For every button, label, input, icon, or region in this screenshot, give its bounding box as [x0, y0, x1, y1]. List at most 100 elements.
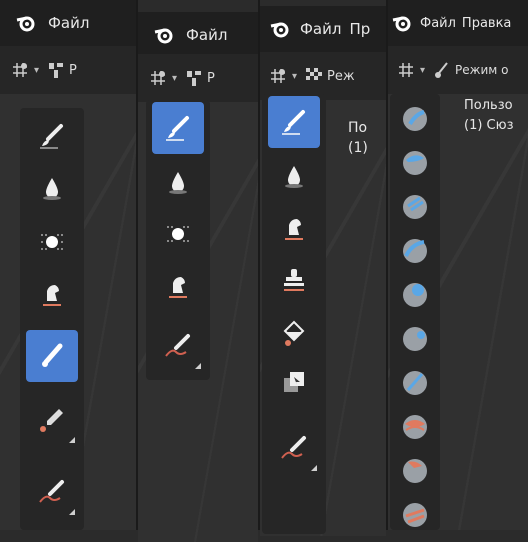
sculpt-sphere-icon: [403, 327, 427, 351]
panel-4: Файл Правка ▾ Режим о Пользо (1) Сюз: [388, 0, 528, 530]
panel-1: Файл ▾ Р: [0, 0, 136, 530]
transform-pivot-icon: [271, 69, 285, 83]
sculpt-sphere-icon: [403, 283, 427, 307]
blur-tool[interactable]: [26, 216, 78, 268]
sculpt-crease-tool[interactable]: [392, 360, 438, 406]
drop-icon: [169, 172, 187, 194]
header-toolbar: ▾ Р: [0, 46, 136, 94]
tool-column: [262, 94, 326, 534]
sculpt-sphere-icon: [403, 195, 427, 219]
blur-tool[interactable]: [152, 208, 204, 260]
sculpt-draw-tool[interactable]: [392, 96, 438, 142]
header-toolbar: ▾ Р: [138, 54, 258, 102]
soften-tool[interactable]: [268, 150, 320, 202]
brush-tool-active[interactable]: [152, 102, 204, 154]
chevron-down-icon: ▾: [172, 72, 178, 84]
smear-hand-icon: [43, 285, 61, 306]
eyedropper-tool[interactable]: [26, 394, 78, 446]
soften-tool[interactable]: [26, 162, 78, 214]
light-dots-icon: [167, 226, 189, 242]
submenu-corner-icon: [311, 465, 317, 471]
mode-selector[interactable]: Р: [185, 64, 215, 92]
transform-pivot-dropdown[interactable]: ▾: [396, 56, 425, 84]
sculpt-clay-tool[interactable]: [392, 140, 438, 186]
transform-pivot-icon: [399, 63, 413, 77]
sculpt-layer-tool[interactable]: [392, 228, 438, 274]
annotate-tool[interactable]: [152, 320, 204, 372]
sculpt-flatten-tool[interactable]: [392, 448, 438, 494]
viewport-info: По (1): [348, 118, 368, 158]
transform-pivot-dropdown[interactable]: ▾: [10, 56, 39, 84]
checker-mode-icon: [306, 68, 323, 80]
transform-pivot-dropdown[interactable]: ▾: [268, 62, 297, 90]
annotate-pencil-icon: [165, 334, 190, 357]
menu-file[interactable]: Файл: [186, 26, 227, 44]
fill-tool[interactable]: [268, 306, 320, 358]
header-toolbar: ▾ Реж: [260, 52, 386, 100]
blender-logo-icon[interactable]: [14, 11, 38, 35]
annotate-tool[interactable]: [268, 422, 320, 474]
tool-column: [20, 108, 84, 530]
clone-stamp-icon: [284, 269, 304, 291]
sculpt-sphere-icon: [403, 107, 427, 131]
brush-tool[interactable]: [26, 110, 78, 162]
transform-pivot-dropdown[interactable]: ▾: [148, 64, 177, 92]
blender-logo-icon[interactable]: [152, 23, 176, 47]
sculpt-inflate-tool[interactable]: [392, 272, 438, 318]
mask-tool[interactable]: [268, 356, 320, 408]
menu-edit[interactable]: Правка: [462, 16, 511, 31]
smear-tool[interactable]: [268, 202, 320, 254]
top-menubar: Файл Правка: [388, 0, 528, 46]
mode-label: Р: [69, 62, 77, 78]
sculpt-sphere-icon: [403, 151, 427, 175]
sculpt-blob-tool[interactable]: [392, 316, 438, 362]
annotate-pencil-icon: [281, 436, 306, 459]
transform-pivot-icon: [13, 63, 27, 77]
blender-logo-icon[interactable]: [390, 11, 414, 35]
eyedropper-icon: [40, 409, 63, 432]
mode-selector[interactable]: Реж: [305, 62, 355, 90]
brush-icon: [40, 124, 63, 149]
sculpt-fill-tool[interactable]: [392, 492, 438, 530]
submenu-corner-icon: [195, 363, 201, 369]
mode-label: Р: [207, 70, 215, 86]
sculpt-mode-icon: [435, 62, 448, 78]
smear-tool[interactable]: [26, 268, 78, 320]
menu-file[interactable]: Файл: [300, 20, 341, 38]
menu-edit[interactable]: Пр: [349, 20, 370, 38]
menu-file[interactable]: Файл: [48, 14, 89, 32]
light-dots-icon: [41, 234, 63, 250]
transform-pivot-icon: [151, 71, 165, 85]
annotate-tool[interactable]: [26, 466, 78, 518]
gradient-tool-active[interactable]: [26, 330, 78, 382]
brush-icon: [282, 110, 305, 135]
blender-logo-icon[interactable]: [268, 17, 292, 41]
chevron-down-icon: ▾: [292, 70, 298, 82]
sculpt-clay-strips-tool[interactable]: [392, 184, 438, 230]
drop-icon: [285, 166, 303, 188]
mode-selector[interactable]: Р: [47, 56, 77, 84]
sculpt-sphere-icon: [403, 459, 427, 483]
brush-tool-active[interactable]: [268, 96, 320, 148]
top-menubar: Файл Пр: [260, 6, 386, 52]
sculpt-sphere-icon: [403, 503, 427, 527]
smear-tool[interactable]: [152, 260, 204, 312]
panel-3: Файл Пр ▾ Реж По (1): [260, 6, 386, 536]
top-menubar: Файл: [138, 12, 258, 58]
clone-tool[interactable]: [268, 254, 320, 306]
smear-hand-icon: [169, 277, 187, 298]
sculpt-sphere-icon: [403, 415, 427, 439]
view-name: По: [348, 120, 368, 136]
panel-2: Файл ▾ Р: [138, 12, 258, 542]
menu-file[interactable]: Файл: [420, 16, 456, 31]
smear-hand-icon: [285, 219, 303, 240]
object-name: (1): [348, 140, 368, 156]
tool-column: [146, 100, 210, 380]
soften-tool[interactable]: [152, 156, 204, 208]
brush-icon: [166, 116, 189, 141]
mode-selector[interactable]: Режим о: [433, 56, 508, 84]
drop-icon: [43, 178, 61, 200]
mode-label: Реж: [327, 68, 355, 84]
top-menubar: Файл: [0, 0, 136, 46]
sculpt-smooth-tool[interactable]: [392, 404, 438, 450]
